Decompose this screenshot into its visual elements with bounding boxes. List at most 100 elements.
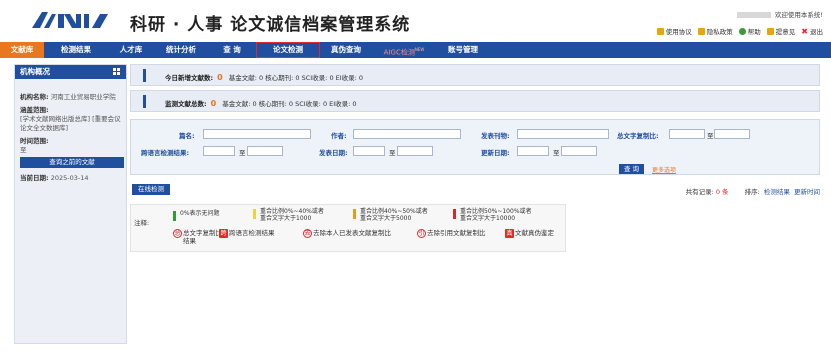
red-marker bbox=[453, 209, 456, 219]
exit-link[interactable]: ✖ 退出 bbox=[801, 26, 823, 36]
today-stats: 今日新增文献数: 0 基金文献: 0 核心期刊: 0 SCI收录: 0 EI收录: … bbox=[130, 64, 820, 86]
crosslang-to: 至 bbox=[239, 149, 246, 157]
citation-exclude-icon: 引 bbox=[417, 229, 426, 238]
privacy-link[interactable]: 隐私政策 bbox=[697, 26, 733, 36]
legend-note: 注释: bbox=[134, 219, 150, 227]
total-icon: 总 bbox=[173, 229, 182, 238]
welcome-text: 欢迎使用本系统! bbox=[736, 9, 823, 19]
similarity-min-input[interactable] bbox=[669, 129, 705, 139]
more-options-link[interactable]: 更多选项 bbox=[652, 165, 676, 174]
site-title: 科研 · 人事 论文诚信档案管理系统 bbox=[130, 15, 411, 35]
title-label: 篇名: bbox=[179, 132, 195, 140]
today-count: 0 bbox=[217, 73, 223, 82]
logo bbox=[32, 12, 108, 28]
help-icon bbox=[738, 27, 746, 35]
sidebar-body: 机构名称: 河南工业贸易职业学院 涵盖范围: [学术文献网络出版总库] [重要会… bbox=[15, 79, 126, 189]
help-link[interactable]: 帮助 bbox=[738, 26, 761, 36]
agreement-icon bbox=[656, 27, 664, 35]
pubdate-to-input[interactable] bbox=[397, 146, 433, 156]
nav-authenticity[interactable]: 真伪查询 bbox=[320, 42, 372, 58]
update-to-input[interactable] bbox=[561, 146, 597, 156]
update-from-input[interactable] bbox=[517, 146, 549, 156]
legend-item-red: 重合比例50%~100%或者 重合文字大于10000 bbox=[453, 208, 532, 222]
scope-value: [学术文献网络出版总库] [重要会议论文全文数据库] bbox=[20, 115, 121, 132]
author-label: 作者: bbox=[331, 132, 347, 140]
date-value: 2025-03-14 bbox=[50, 174, 89, 182]
grid-icon[interactable] bbox=[113, 68, 120, 75]
today-label: 今日新增文献数: bbox=[165, 74, 214, 82]
green-marker bbox=[173, 211, 176, 221]
username-blur bbox=[736, 12, 771, 18]
today-detail: 基金文献: 0 核心期刊: 0 SCI收录: 0 EI收录: 0 bbox=[228, 74, 364, 82]
time-label: 时间范围: bbox=[20, 137, 49, 145]
sidebar-header: 机构概况 bbox=[15, 65, 126, 79]
total-detail: 基金文献: 0 核心期刊: 0 SCI收录: 0 EI收录: 0 bbox=[222, 100, 357, 108]
legend-icon-crosslang: 跨跨语言检测结果 bbox=[219, 229, 275, 238]
main-nav: 文献库 检测结果 人才库 统计分析 查 询 论文检测 真伪查询 AIGC检测NE… bbox=[0, 42, 831, 58]
query-previous-button[interactable]: 查询之前的文献 bbox=[20, 157, 124, 168]
feedback-icon bbox=[766, 27, 774, 35]
stat-marker bbox=[143, 69, 146, 82]
journal-input[interactable] bbox=[517, 129, 609, 139]
total-label: 监测文献总数: bbox=[165, 100, 207, 108]
similarity-max-input[interactable] bbox=[714, 129, 750, 139]
nav-talent[interactable]: 人才库 bbox=[108, 42, 154, 58]
pubdate-to: 至 bbox=[389, 149, 396, 157]
search-panel: 篇名: 作者: 发表刊物: 总文字复制比: 至 跨语言检测结果: 至 发表日期:… bbox=[130, 119, 820, 175]
legend-item-orange: 重合比例40%~50%或者 重合文字大于5000 bbox=[353, 208, 428, 222]
nav-account[interactable]: 账号管理 bbox=[436, 42, 490, 58]
update-to: 至 bbox=[553, 149, 560, 157]
crosslang-min-input[interactable] bbox=[203, 146, 235, 156]
journal-label: 发表刊物: bbox=[481, 132, 510, 140]
authenticity-icon: 真 bbox=[505, 229, 514, 238]
org-label: 机构名称: bbox=[20, 93, 49, 101]
nav-results[interactable]: 检测结果 bbox=[44, 42, 108, 58]
nav-literature[interactable]: 文献库 bbox=[0, 42, 44, 58]
legend-icon-self: 去去除本人已发表文献复制比 bbox=[303, 229, 391, 238]
nav-query[interactable]: 查 询 bbox=[208, 42, 256, 58]
yellow-marker bbox=[253, 209, 256, 219]
update-label: 更新日期: bbox=[481, 149, 510, 157]
sidebar: 机构概况 机构名称: 河南工业贸易职业学院 涵盖范围: [学术文献网络出版总库]… bbox=[14, 64, 127, 344]
legend-icon-total: 总总文字复制比 结果 bbox=[173, 229, 222, 245]
pubdate-label: 发表日期: bbox=[319, 149, 348, 157]
new-badge: NEW bbox=[414, 47, 425, 52]
legend-panel: 注释: 0%表示无问题 重合比例0%~40%或者 重合文字大于1000 重合比例… bbox=[130, 204, 566, 252]
time-value: 至 bbox=[20, 146, 27, 154]
total-count: 0 bbox=[210, 99, 217, 108]
crosslang-icon: 跨 bbox=[219, 229, 228, 238]
main-content: 今日新增文献数: 0 基金文献: 0 核心期刊: 0 SCI收录: 0 EI收录: … bbox=[130, 64, 820, 264]
nav-aigc[interactable]: AIGC检测NEW bbox=[372, 42, 436, 58]
sort-by-result[interactable]: 检测结果 bbox=[764, 188, 790, 196]
header: 科研 · 人事 论文诚信档案管理系统 欢迎使用本系统! 使用协议 隐私政策 帮助… bbox=[0, 0, 831, 42]
sort-by-update[interactable]: 更新时间 bbox=[794, 188, 820, 196]
legend-icon-citation: 引去除引用文献复制比 bbox=[417, 229, 486, 238]
privacy-icon bbox=[697, 27, 705, 35]
total-stats: 监测文献总数: 0 基金文献: 0 核心期刊: 0 SCI收录: 0 EI收录: 0 bbox=[130, 90, 820, 112]
records-count: 0 条 bbox=[715, 188, 729, 196]
orange-marker bbox=[353, 209, 356, 219]
legend-icon-authenticity: 真文献真伪鉴定 bbox=[505, 229, 554, 238]
nav-statistics[interactable]: 统计分析 bbox=[154, 42, 208, 58]
online-check-button[interactable]: 在线检测 bbox=[132, 184, 170, 195]
stat-marker bbox=[143, 95, 146, 108]
similarity-to: 至 bbox=[707, 132, 714, 140]
legend-item-green: 0%表示无问题 bbox=[173, 210, 220, 221]
pubdate-from-input[interactable] bbox=[353, 146, 385, 156]
agreement-link[interactable]: 使用协议 bbox=[656, 26, 692, 36]
similarity-label: 总文字复制比: bbox=[617, 132, 659, 140]
author-input[interactable] bbox=[353, 129, 461, 139]
nav-paper-check[interactable]: 论文检测 bbox=[256, 42, 320, 58]
title-input[interactable] bbox=[203, 129, 311, 139]
org-value: 河南工业贸易职业学院 bbox=[50, 93, 116, 101]
exit-icon: ✖ bbox=[801, 26, 808, 36]
results-area: 在线检测 共有记录: 0 条 排序: 检测结果 更新时间 注释: 0%表示无问题… bbox=[130, 184, 820, 264]
scope-label: 涵盖范围: bbox=[20, 106, 49, 114]
top-links: 使用协议 隐私政策 帮助 提意见 ✖ 退出 bbox=[656, 26, 823, 36]
feedback-link[interactable]: 提意见 bbox=[766, 26, 795, 36]
query-button[interactable]: 查 询 bbox=[619, 164, 644, 174]
self-exclude-icon: 去 bbox=[303, 229, 312, 238]
crosslang-max-input[interactable] bbox=[247, 146, 283, 156]
crosslang-label: 跨语言检测结果: bbox=[141, 149, 190, 157]
legend-item-yellow: 重合比例0%~40%或者 重合文字大于1000 bbox=[253, 208, 324, 222]
